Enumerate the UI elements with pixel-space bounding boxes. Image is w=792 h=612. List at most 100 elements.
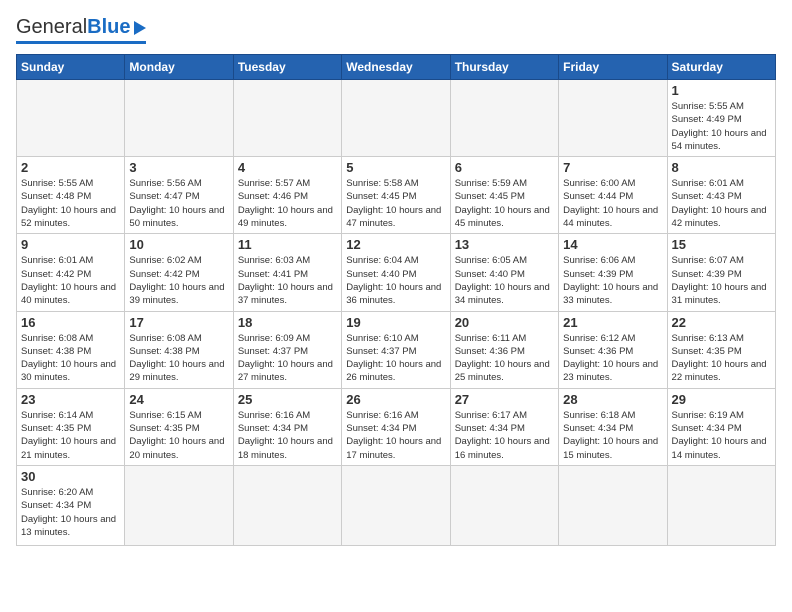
day-info: Sunrise: 6:00 AM Sunset: 4:44 PM Dayligh… — [563, 177, 662, 230]
calendar-cell-29: 23 Sunrise: 6:14 AM Sunset: 4:35 PM Dayli… — [17, 388, 125, 465]
day-number: 22 — [672, 315, 771, 330]
day-number: 13 — [455, 237, 554, 252]
logo-triangle-icon — [134, 21, 146, 35]
day-info: Sunrise: 5:56 AM Sunset: 4:47 PM Dayligh… — [129, 177, 228, 230]
day-info: Sunrise: 6:15 AM Sunset: 4:35 PM Dayligh… — [129, 409, 228, 462]
day-info: Sunrise: 6:17 AM Sunset: 4:34 PM Dayligh… — [455, 409, 554, 462]
calendar-cell-10: 4 Sunrise: 5:57 AM Sunset: 4:46 PM Daylig… — [233, 157, 341, 234]
day-number: 14 — [563, 237, 662, 252]
day-number: 10 — [129, 237, 228, 252]
day-number: 11 — [238, 237, 337, 252]
day-info: Sunrise: 6:13 AM Sunset: 4:35 PM Dayligh… — [672, 332, 771, 385]
day-info: Sunrise: 6:03 AM Sunset: 4:41 PM Dayligh… — [238, 254, 337, 307]
calendar-cell-30: 24 Sunrise: 6:15 AM Sunset: 4:35 PM Dayli… — [125, 388, 233, 465]
day-number: 20 — [455, 315, 554, 330]
day-number: 29 — [672, 392, 771, 407]
day-number: 4 — [238, 160, 337, 175]
calendar-cell-22: 16 Sunrise: 6:08 AM Sunset: 4:38 PM Dayli… — [17, 311, 125, 388]
day-number: 12 — [346, 237, 445, 252]
calendar-cell-42 — [667, 465, 775, 545]
calendar-cell-6 — [559, 80, 667, 157]
weekday-header-friday: Friday — [559, 55, 667, 80]
logo-general-text: General — [16, 16, 87, 39]
calendar-cell-8: 2 Sunrise: 5:55 AM Sunset: 4:48 PM Daylig… — [17, 157, 125, 234]
logo-blue-text: Blue — [87, 16, 130, 39]
calendar-cell-36: 30 Sunrise: 6:20 AM Sunset: 4:34 PM Dayli… — [17, 465, 125, 545]
day-number: 8 — [672, 160, 771, 175]
day-info: Sunrise: 6:06 AM Sunset: 4:39 PM Dayligh… — [563, 254, 662, 307]
day-info: Sunrise: 6:01 AM Sunset: 4:43 PM Dayligh… — [672, 177, 771, 230]
calendar-cell-17: 11 Sunrise: 6:03 AM Sunset: 4:41 PM Dayli… — [233, 234, 341, 311]
day-info: Sunrise: 5:55 AM Sunset: 4:49 PM Dayligh… — [672, 100, 771, 153]
calendar-table: SundayMondayTuesdayWednesdayThursdayFrid… — [16, 54, 776, 546]
day-number: 2 — [21, 160, 120, 175]
day-number: 25 — [238, 392, 337, 407]
day-number: 7 — [563, 160, 662, 175]
calendar-cell-39 — [342, 465, 450, 545]
calendar-cell-13: 7 Sunrise: 6:00 AM Sunset: 4:44 PM Daylig… — [559, 157, 667, 234]
page-header: General Blue — [16, 16, 776, 44]
calendar-cell-34: 28Sunrise: 6:18 AM Sunset: 4:34 PM Dayli… — [559, 388, 667, 465]
day-info: Sunrise: 6:01 AM Sunset: 4:42 PM Dayligh… — [21, 254, 120, 307]
day-info: Sunrise: 5:55 AM Sunset: 4:48 PM Dayligh… — [21, 177, 120, 230]
day-number: 27 — [455, 392, 554, 407]
calendar-cell-32: 26Sunrise: 6:16 AM Sunset: 4:34 PM Dayli… — [342, 388, 450, 465]
day-number: 5 — [346, 160, 445, 175]
weekday-header-tuesday: Tuesday — [233, 55, 341, 80]
calendar-cell-15: 9 Sunrise: 6:01 AM Sunset: 4:42 PM Daylig… — [17, 234, 125, 311]
day-number: 16 — [21, 315, 120, 330]
day-info: Sunrise: 6:04 AM Sunset: 4:40 PM Dayligh… — [346, 254, 445, 307]
day-number: 18 — [238, 315, 337, 330]
logo-underline — [16, 41, 146, 44]
day-number: 6 — [455, 160, 554, 175]
day-info: Sunrise: 6:11 AM Sunset: 4:36 PM Dayligh… — [455, 332, 554, 385]
day-info: Sunrise: 6:14 AM Sunset: 4:35 PM Dayligh… — [21, 409, 120, 462]
day-number: 17 — [129, 315, 228, 330]
day-info: Sunrise: 6:19 AM Sunset: 4:34 PM Dayligh… — [672, 409, 771, 462]
calendar-cell-11: 5 Sunrise: 5:58 AM Sunset: 4:45 PM Daylig… — [342, 157, 450, 234]
logo: General Blue — [16, 16, 146, 44]
calendar-cell-9: 3Sunrise: 5:56 AM Sunset: 4:47 PM Daylig… — [125, 157, 233, 234]
day-number: 23 — [21, 392, 120, 407]
day-number: 15 — [672, 237, 771, 252]
day-info: Sunrise: 5:57 AM Sunset: 4:46 PM Dayligh… — [238, 177, 337, 230]
calendar-cell-25: 19Sunrise: 6:10 AM Sunset: 4:37 PM Dayli… — [342, 311, 450, 388]
day-info: Sunrise: 5:58 AM Sunset: 4:45 PM Dayligh… — [346, 177, 445, 230]
day-info: Sunrise: 6:16 AM Sunset: 4:34 PM Dayligh… — [346, 409, 445, 462]
day-info: Sunrise: 6:05 AM Sunset: 4:40 PM Dayligh… — [455, 254, 554, 307]
weekday-header-monday: Monday — [125, 55, 233, 80]
day-number: 1 — [672, 83, 771, 98]
day-info: Sunrise: 6:20 AM Sunset: 4:34 PM Dayligh… — [21, 486, 120, 539]
day-info: Sunrise: 6:16 AM Sunset: 4:34 PM Dayligh… — [238, 409, 337, 462]
calendar-cell-28: 22 Sunrise: 6:13 AM Sunset: 4:35 PM Dayli… — [667, 311, 775, 388]
calendar-cell-19: 13 Sunrise: 6:05 AM Sunset: 4:40 PM Dayli… — [450, 234, 558, 311]
weekday-header-thursday: Thursday — [450, 55, 558, 80]
calendar-cell-23: 17 Sunrise: 6:08 AM Sunset: 4:38 PM Dayli… — [125, 311, 233, 388]
day-number: 30 — [21, 469, 120, 484]
calendar-cell-26: 20 Sunrise: 6:11 AM Sunset: 4:36 PM Dayli… — [450, 311, 558, 388]
calendar-cell-2 — [125, 80, 233, 157]
calendar-cell-35: 29 Sunrise: 6:19 AM Sunset: 4:34 PM Dayli… — [667, 388, 775, 465]
day-number: 9 — [21, 237, 120, 252]
calendar-cell-1 — [17, 80, 125, 157]
day-info: Sunrise: 6:10 AM Sunset: 4:37 PM Dayligh… — [346, 332, 445, 385]
calendar-cell-7: 1 Sunrise: 5:55 AM Sunset: 4:49 PM Daylig… — [667, 80, 775, 157]
weekday-header-wednesday: Wednesday — [342, 55, 450, 80]
day-info: Sunrise: 6:08 AM Sunset: 4:38 PM Dayligh… — [21, 332, 120, 385]
weekday-header-sunday: Sunday — [17, 55, 125, 80]
day-info: Sunrise: 5:59 AM Sunset: 4:45 PM Dayligh… — [455, 177, 554, 230]
calendar-cell-37 — [125, 465, 233, 545]
calendar-cell-24: 18Sunrise: 6:09 AM Sunset: 4:37 PM Dayli… — [233, 311, 341, 388]
day-number: 28 — [563, 392, 662, 407]
day-number: 21 — [563, 315, 662, 330]
calendar-cell-40 — [450, 465, 558, 545]
calendar-cell-3 — [233, 80, 341, 157]
day-info: Sunrise: 6:02 AM Sunset: 4:42 PM Dayligh… — [129, 254, 228, 307]
day-info: Sunrise: 6:12 AM Sunset: 4:36 PM Dayligh… — [563, 332, 662, 385]
calendar-cell-20: 14 Sunrise: 6:06 AM Sunset: 4:39 PM Dayli… — [559, 234, 667, 311]
calendar-cell-5 — [450, 80, 558, 157]
day-info: Sunrise: 6:08 AM Sunset: 4:38 PM Dayligh… — [129, 332, 228, 385]
calendar-cell-38 — [233, 465, 341, 545]
day-number: 24 — [129, 392, 228, 407]
day-info: Sunrise: 6:07 AM Sunset: 4:39 PM Dayligh… — [672, 254, 771, 307]
